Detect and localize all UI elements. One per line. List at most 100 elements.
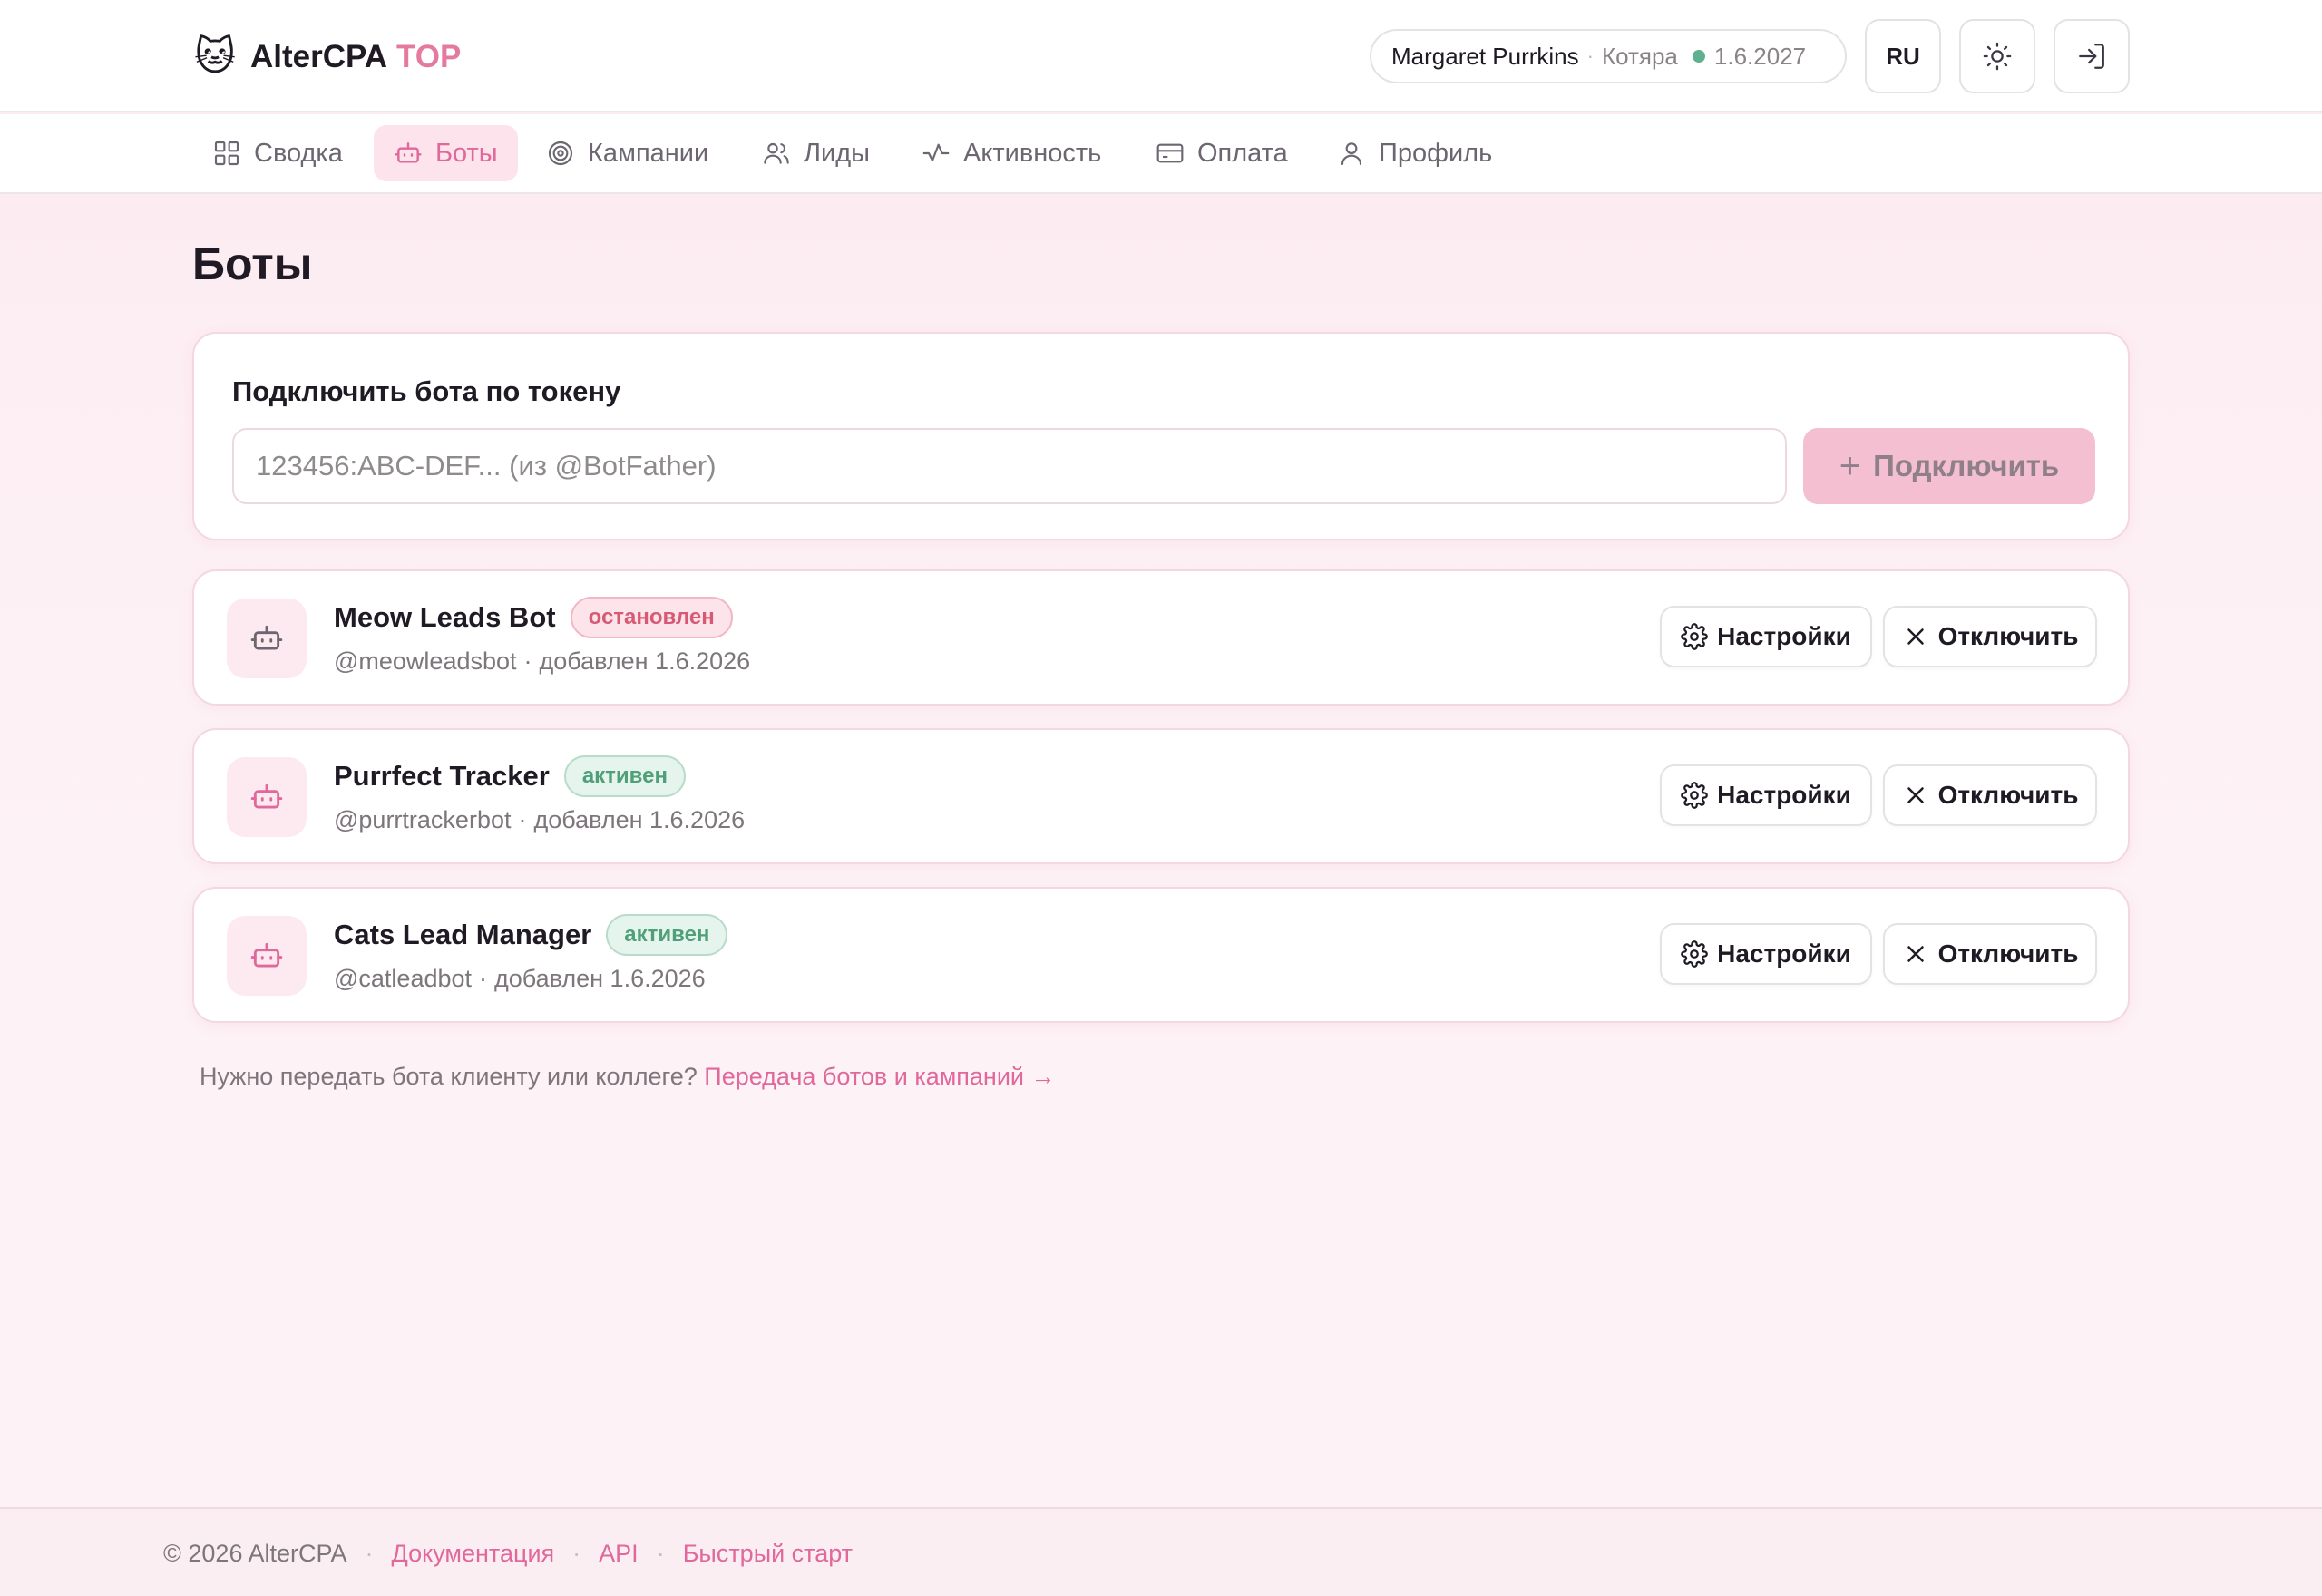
connect-bot-card: Подключить бота по токену + Подключить: [192, 332, 2130, 540]
footer-link-api[interactable]: API: [599, 1540, 639, 1568]
bot-name-row: Meow Leads Bot остановлен: [334, 597, 733, 638]
bot-icon: [250, 625, 283, 650]
gear-icon: [1681, 940, 1708, 968]
bot-name: Cats Lead Manager: [334, 919, 592, 950]
settings-button[interactable]: Настройки: [1660, 923, 1872, 985]
footer: © 2026 AlterCPA · Документация · API · Б…: [0, 1507, 2322, 1596]
activity-icon: [922, 143, 950, 162]
disconnect-button[interactable]: Отключить: [1883, 606, 2097, 667]
target-icon: [548, 141, 573, 166]
footer-separator: ·: [365, 1540, 374, 1567]
nav-label: Лиды: [804, 138, 870, 168]
nav-item-profile[interactable]: Профиль: [1317, 125, 1512, 181]
gear-icon: [1681, 782, 1708, 809]
settings-label: Настройки: [1717, 781, 1851, 809]
bot-icon: [250, 942, 283, 968]
nav-label: Активность: [963, 138, 1102, 168]
nav-label: Сводка: [254, 138, 343, 168]
bot-card: Cats Lead Manager активен @catleadbot · до…: [192, 887, 2130, 1023]
settings-label: Настройки: [1717, 622, 1851, 650]
transfer-text: Нужно передать бота клиенту или коллеге?: [200, 1063, 698, 1090]
brand-name: AlterCPA: [250, 39, 388, 74]
user-pill[interactable]: Margaret Purrkins · Котяра 1.6.2027: [1370, 29, 1847, 83]
user-name: Margaret Purrkins: [1391, 42, 1579, 70]
settings-button[interactable]: Настройки: [1660, 764, 1872, 826]
status-badge: активен: [606, 914, 728, 956]
disconnect-label: Отключить: [1937, 622, 2079, 650]
user-icon: [1341, 142, 1362, 166]
footer-link-docs[interactable]: Документация: [392, 1540, 555, 1568]
nav-item-activity[interactable]: Активность: [902, 125, 1121, 181]
status-badge: активен: [563, 755, 686, 797]
meta-separator: ·: [518, 806, 527, 833]
bot-added-date: добавлен 1.6.2026: [539, 647, 751, 675]
bot-icon: [250, 783, 283, 809]
connect-button[interactable]: + Подключить: [1803, 428, 2095, 504]
bot-meta: @purrtrackerbot · добавлен 1.6.2026: [334, 806, 745, 834]
page-title: Боты: [192, 238, 313, 289]
logout-button[interactable]: [2054, 19, 2130, 93]
sun-icon: [1983, 42, 2012, 71]
settings-label: Настройки: [1717, 939, 1851, 968]
footer-separator: ·: [656, 1540, 665, 1567]
bot-added-date: добавлен 1.6.2026: [533, 806, 746, 833]
meta-separator: ·: [479, 965, 488, 992]
gear-icon: [1681, 623, 1708, 650]
transfer-link[interactable]: Передача ботов и кампаний →: [704, 1063, 1055, 1090]
cat-logo-icon: 🐱: [194, 34, 236, 79]
nav-item-payment[interactable]: Оплата: [1136, 125, 1308, 181]
credit-card-icon: [1156, 143, 1184, 163]
grid-icon: [214, 141, 239, 166]
nav-item-bots[interactable]: Боты: [374, 125, 518, 181]
settings-button[interactable]: Настройки: [1660, 606, 1872, 667]
logout-icon: [2079, 44, 2104, 69]
nav-item-summary[interactable]: Сводка: [192, 125, 363, 181]
theme-toggle-button[interactable]: [1959, 19, 2035, 93]
bot-avatar: [227, 598, 307, 678]
disconnect-button[interactable]: Отключить: [1883, 764, 2097, 826]
copyright: © 2026 AlterCPA: [163, 1540, 347, 1567]
nav-label: Оплата: [1197, 138, 1288, 168]
nav-item-campaigns[interactable]: Кампании: [526, 125, 728, 181]
plus-icon: +: [1839, 446, 1861, 486]
bot-avatar: [227, 757, 307, 837]
disconnect-button[interactable]: Отключить: [1883, 923, 2097, 985]
main-nav: Сводка Боты Кампании Лиды Активность Опл…: [0, 114, 2322, 194]
brand-tier: TOP: [396, 39, 462, 74]
status-badge: остановлен: [570, 597, 733, 638]
connect-label: Подключить бота по токену: [232, 375, 621, 407]
user-rank: Котяра: [1601, 42, 1678, 70]
bot-handle: @meowleadsbot: [334, 647, 517, 675]
close-icon: [1907, 787, 1924, 803]
bot-avatar: [227, 916, 307, 996]
footer-content: © 2026 AlterCPA · Документация · API · Б…: [163, 1540, 853, 1568]
bot-name-row: Cats Lead Manager активен: [334, 914, 728, 956]
nav-label: Профиль: [1379, 138, 1493, 168]
bot-name: Meow Leads Bot: [334, 601, 556, 633]
token-input[interactable]: [232, 428, 1787, 504]
subscription-expiry: 1.6.2027: [1713, 42, 1807, 70]
connect-button-label: Подключить: [1873, 449, 2060, 482]
bot-name-row: Purrfect Tracker активен: [334, 755, 686, 797]
user-separator: ·: [1586, 44, 1594, 67]
bot-meta: @meowleadsbot · добавлен 1.6.2026: [334, 647, 750, 676]
bot-name: Purrfect Tracker: [334, 760, 550, 792]
language-button[interactable]: RU: [1865, 19, 1941, 93]
bot-card: Meow Leads Bot остановлен @meowleadsbot ·…: [192, 569, 2130, 706]
disconnect-label: Отключить: [1937, 939, 2079, 968]
nav-label: Боты: [435, 138, 498, 168]
footer-separator: ·: [572, 1540, 581, 1567]
language-label: RU: [1886, 42, 1920, 70]
bot-handle: @purrtrackerbot: [334, 806, 512, 833]
bot-card: Purrfect Tracker активен @purrtrackerbot…: [192, 728, 2130, 864]
bot-added-date: добавлен 1.6.2026: [494, 965, 706, 992]
brand[interactable]: 🐱 AlterCPA TOP: [192, 34, 461, 80]
nav-label: Кампании: [588, 138, 709, 168]
close-icon: [1907, 628, 1924, 645]
transfer-note: Нужно передать бота клиенту или коллеге?…: [200, 1063, 1056, 1091]
nav-item-leads[interactable]: Лиды: [742, 125, 890, 181]
users-icon: [764, 142, 789, 164]
meta-separator: ·: [523, 647, 532, 675]
bot-meta: @catleadbot · добавлен 1.6.2026: [334, 965, 706, 993]
footer-link-quickstart[interactable]: Быстрый старт: [683, 1540, 853, 1568]
